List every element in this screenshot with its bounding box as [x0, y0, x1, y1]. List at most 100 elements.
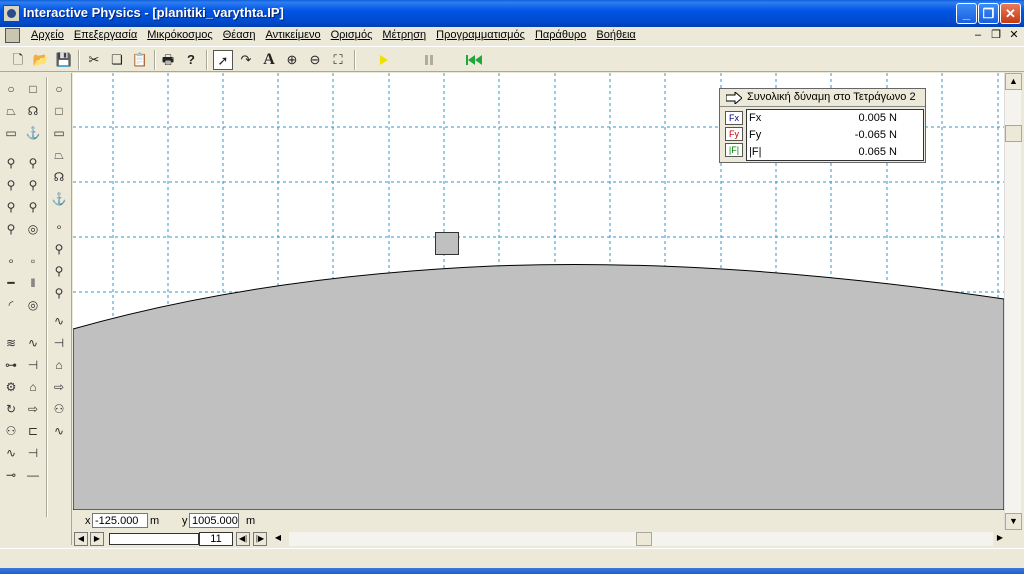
motor-element-icon[interactable]: ◎ [24, 220, 42, 238]
zoom-fit-icon[interactable]: ⛶ [328, 50, 348, 70]
menu-view[interactable]: Θέαση [218, 29, 261, 41]
cut-icon[interactable]: ✂ [84, 50, 104, 70]
anchor-tool-icon[interactable]: ⚓ [50, 190, 68, 208]
anchor-tool-icon[interactable]: ⚓ [24, 124, 42, 142]
spring-icon[interactable]: ≋ [2, 334, 20, 352]
wave-icon[interactable]: ∿ [2, 444, 20, 462]
joint-element-icon[interactable]: ⚲ [24, 198, 42, 216]
curve-slot-icon[interactable]: ◜ [2, 296, 20, 314]
joint-element-icon[interactable]: ⚲ [2, 198, 20, 216]
workspace-canvas[interactable]: Συνολική δύναμη στο Τετράγωνο 2 Fx Fy |F… [73, 73, 1004, 510]
meter-header[interactable]: Συνολική δύναμη στο Τετράγωνο 2 [720, 89, 925, 107]
separator-tool-icon[interactable]: ‖ [24, 274, 42, 292]
rotate-icon[interactable]: ↷ [236, 50, 256, 70]
horizontal-scroll-thumb[interactable] [636, 532, 652, 546]
y-coordinate-field[interactable]: 1005.000 [189, 513, 239, 528]
rod-tool-icon[interactable]: ━ [2, 274, 20, 292]
pointer-icon[interactable]: ➚ [213, 50, 233, 70]
rope-icon[interactable]: ⊏ [24, 422, 42, 440]
zoom-out-icon[interactable]: ⊖ [305, 50, 325, 70]
circle-tool-icon[interactable]: ○ [50, 80, 68, 98]
new-icon[interactable]: 🗋 [8, 50, 28, 70]
polygon-tool-icon[interactable]: ⏢ [2, 102, 20, 120]
run-icon[interactable] [380, 55, 388, 65]
joint-element-icon[interactable]: ⚲ [50, 284, 68, 302]
scroll-left-icon[interactable]: ◀ [271, 532, 285, 546]
doc-minimize-button[interactable]: – [970, 28, 986, 43]
menu-world[interactable]: Μικρόκοσμος [142, 29, 218, 41]
reset-icon[interactable] [466, 55, 482, 65]
close-button[interactable]: ✕ [1000, 3, 1021, 24]
gear-icon[interactable]: ⚙ [2, 378, 20, 396]
open-icon[interactable]: 📂 [31, 50, 51, 70]
square-body[interactable] [435, 232, 459, 255]
x-coordinate-field[interactable]: -125.000 [92, 513, 148, 528]
title-bar[interactable]: Interactive Physics - [planitiki_varytht… [0, 0, 1024, 27]
point-icon[interactable]: ∘ [50, 218, 68, 236]
rectangle-tool-icon[interactable]: ▭ [50, 124, 68, 142]
square-tool-icon[interactable]: □ [50, 102, 68, 120]
square-point-icon[interactable]: ▫ [24, 252, 42, 270]
separator-bar-icon[interactable]: ⊣ [24, 444, 42, 462]
menu-window[interactable]: Παράθυρο [530, 29, 591, 41]
app-icon[interactable] [3, 5, 20, 22]
menu-help[interactable]: Βοήθεια [591, 29, 640, 41]
f-magnitude-tag[interactable]: |F| [725, 143, 743, 157]
menu-measure[interactable]: Μέτρηση [377, 29, 431, 41]
spring-line-icon[interactable]: ∿ [24, 334, 42, 352]
force-arrow-icon[interactable]: ⇨ [24, 400, 42, 418]
doc-close-button[interactable]: ✕ [1006, 28, 1022, 43]
help-icon[interactable]: ? [181, 50, 201, 70]
pulley-icon[interactable]: ⌂ [50, 356, 68, 374]
force-arrow-icon[interactable]: ⇨ [50, 378, 68, 396]
torque-icon[interactable]: ↻ [2, 400, 20, 418]
text-icon[interactable]: A [259, 50, 279, 70]
frame-forward-icon[interactable]: ▶ [90, 532, 104, 546]
menu-edit[interactable]: Επεξεργασία [69, 29, 142, 41]
minimize-button[interactable]: _ [956, 3, 977, 24]
spring-line-icon[interactable]: ∿ [50, 312, 68, 330]
menu-script[interactable]: Προγραμματισμός [431, 29, 530, 41]
document-icon[interactable] [5, 28, 20, 43]
save-icon[interactable]: 💾 [54, 50, 74, 70]
fx-tag[interactable]: Fx [725, 111, 743, 125]
slot-element-icon[interactable]: ⚲ [24, 176, 42, 194]
pin-element-icon[interactable]: ⚲ [2, 220, 20, 238]
vertical-scroll-thumb[interactable] [1005, 125, 1022, 142]
curved-body-tool-icon[interactable]: ☊ [24, 102, 42, 120]
menu-file[interactable]: Αρχείο [26, 29, 69, 41]
paste-icon[interactable]: 📋 [130, 50, 150, 70]
damper-line-icon[interactable]: ⊣ [50, 334, 68, 352]
menu-define[interactable]: Ορισμός [326, 29, 378, 41]
copy-icon[interactable]: ❏ [107, 50, 127, 70]
scroll-right-icon[interactable]: ▶ [993, 532, 1007, 546]
polygon-tool-icon[interactable]: ⏢ [50, 146, 68, 164]
vertical-scrollbar[interactable]: ▲ ▼ [1004, 73, 1022, 530]
print-icon[interactable]: 🖶 [158, 50, 178, 70]
force-meter[interactable]: Συνολική δύναμη στο Τετράγωνο 2 Fx Fy |F… [719, 88, 926, 163]
scroll-down-icon[interactable]: ▼ [1005, 513, 1022, 530]
rectangle-tool-icon[interactable]: □ [24, 80, 42, 98]
zoom-in-icon[interactable]: ⊕ [282, 50, 302, 70]
damper-line-icon[interactable]: ⊣ [24, 356, 42, 374]
fy-tag[interactable]: Fy [725, 127, 743, 141]
point-element-icon[interactable]: ⚲ [2, 154, 20, 172]
point-element-icon[interactable]: ⚲ [50, 240, 68, 258]
stop-icon[interactable] [425, 55, 433, 65]
actuator-icon[interactable]: ⚇ [2, 422, 20, 440]
circle-tool-icon[interactable]: ○ [2, 80, 20, 98]
step-forward-icon[interactable]: |▶ [253, 532, 267, 546]
step-back-icon[interactable]: ◀| [236, 532, 250, 546]
rod-line-icon[interactable]: — [24, 466, 42, 484]
curved-body-tool-icon[interactable]: ☊ [50, 168, 68, 186]
menu-object[interactable]: Αντικείμενο [260, 29, 325, 41]
frame-number[interactable]: 11 [199, 532, 233, 546]
pin-joint-icon[interactable]: ⊸ [2, 466, 20, 484]
frame-back-icon[interactable]: ◀ [74, 532, 88, 546]
point-icon[interactable]: ∘ [2, 252, 20, 270]
slot-element-icon[interactable]: ⚲ [2, 176, 20, 194]
actuator-icon[interactable]: ⚇ [50, 400, 68, 418]
slot-element-icon[interactable]: ⚲ [50, 262, 68, 280]
doc-restore-button[interactable]: ❐ [988, 28, 1004, 43]
pulley-icon[interactable]: ⌂ [24, 378, 42, 396]
